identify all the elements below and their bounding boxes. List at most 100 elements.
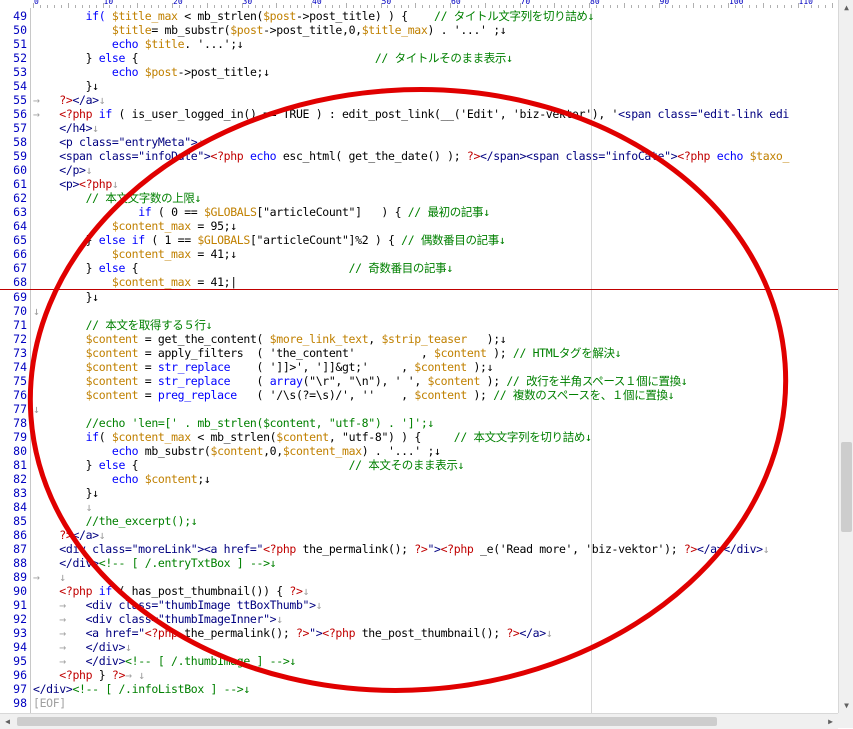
line-number: 65 [13, 233, 27, 247]
code-line[interactable]: 50 $title= mb_substr($post->post_title,0… [0, 23, 838, 37]
code-line[interactable]: 80 echo mb_substr($content,0,$content_ma… [0, 444, 838, 458]
code-line[interactable]: 72 $content = get_the_content( $more_lin… [0, 332, 838, 346]
code-line[interactable]: 74 $content = str_replace ( ']]>', ']]&g… [0, 360, 838, 374]
code-token: = 41;| [190, 275, 237, 289]
line-number: 82 [13, 472, 27, 486]
code-line[interactable]: 79 if( $content_max < mb_strlen($content… [0, 430, 838, 444]
code-line[interactable]: 93 → <a href="<?php the_permalink(); ?>"… [0, 626, 838, 640]
code-line[interactable]: 78 //echo 'len=[' . mb_strlen($content, … [0, 416, 838, 430]
code-token: </p> [59, 163, 86, 177]
code-line[interactable]: 55 → ?></a>↓ [0, 93, 838, 107]
code-token: // タイトルそのまま表示↓ [374, 51, 513, 65]
code-token: ?> [111, 668, 126, 682]
code-token: $post [144, 65, 178, 79]
code-line[interactable]: 54 }↓ [0, 79, 838, 93]
code-line[interactable]: 88 </div><!-- [ /.entryTxtBox ] -->↓ [0, 556, 838, 570]
code-line[interactable]: 75 $content = str_replace ( array("\r", … [0, 374, 838, 388]
code-token: ↓ [98, 528, 106, 542]
code-line[interactable]: 62 // 本文文字数の上限↓ [0, 191, 838, 205]
code-line[interactable]: 59 <span class="infoDate"><?php echo esc… [0, 149, 838, 163]
line-code: <?php } ?>→ ↓ [33, 668, 145, 682]
ruler-label: 70 [520, 0, 531, 6]
code-line[interactable]: 51 echo $title. '...';↓ [0, 37, 838, 51]
code-line[interactable]: 73 $content = apply_filters ( 'the_conte… [0, 346, 838, 360]
code-line[interactable]: 63 if ( 0 == $GLOBALS["articleCount"] ) … [0, 205, 838, 219]
horizontal-scrollbar[interactable]: ◀ ▶ [0, 713, 838, 729]
code-line[interactable]: 94 → </div>↓ [0, 640, 838, 654]
code-line[interactable]: 77 ↓ [0, 402, 838, 416]
code-line[interactable]: 85 //the_excerpt();↓ [0, 514, 838, 528]
code-line[interactable]: 98 [EOF] [0, 696, 838, 710]
code-token: ?> [683, 542, 698, 556]
code-token: echo [111, 472, 139, 486]
code-token: ↓ [125, 640, 132, 654]
code-line[interactable]: 56 → <?php if ( is_user_logged_in() == TR… [0, 107, 838, 121]
code-token: } [33, 261, 99, 275]
code-token: <?php [79, 177, 112, 191]
scroll-down-arrow-icon[interactable]: ▼ [839, 698, 853, 713]
code-token: ?> [289, 584, 303, 598]
horizontal-scroll-thumb[interactable] [17, 717, 717, 726]
code-line[interactable]: 82 echo $content;↓ [0, 472, 838, 486]
code-line[interactable]: 60 </p>↓ [0, 163, 838, 177]
code-token: ↓ [33, 500, 93, 514]
code-line[interactable]: 96 <?php } ?>→ ↓ [0, 668, 838, 682]
code-token: <span class="infoDate"> [59, 149, 211, 163]
code-editor[interactable]: 49 if( $title_max < mb_strlen($post->pos… [0, 8, 838, 713]
code-line[interactable]: 58 <p class="entryMeta">↓ [0, 135, 838, 149]
line-number: 71 [13, 318, 27, 332]
code-token: $content [210, 444, 264, 458]
code-line[interactable]: 67 } else { // 奇数番目の記事↓ [0, 261, 838, 275]
code-line[interactable]: 76 $content = preg_replace ( '/\s(?=\s)/… [0, 388, 838, 402]
vertical-scroll-thumb[interactable] [841, 441, 852, 532]
code-token: ( [230, 374, 270, 388]
code-line[interactable]: 61 <p><?php↓ [0, 177, 838, 191]
code-lines[interactable]: 49 if( $title_max < mb_strlen($post->pos… [0, 9, 838, 710]
code-line[interactable]: 70 ↓ [0, 304, 838, 318]
code-line[interactable]: 92 → <div class="thumbImageInner">↓ [0, 612, 838, 626]
line-number: 57 [13, 121, 27, 135]
code-line[interactable]: 89 → ↓ [0, 570, 838, 584]
line-number: 75 [13, 374, 27, 388]
code-line[interactable]: 86 ?></a>↓ [0, 528, 838, 542]
scroll-right-arrow-icon[interactable]: ▶ [823, 714, 838, 729]
code-line[interactable]: 66 $content_max = 41;↓ [0, 247, 838, 261]
code-token: $content [85, 346, 139, 360]
code-token: echo [111, 65, 139, 79]
code-line[interactable]: 83 }↓ [0, 486, 838, 500]
code-line[interactable]: 53 echo $post->post_title;↓ [0, 65, 838, 79]
code-token: echo [111, 444, 139, 458]
line-code: } else { // 奇数番目の記事↓ [33, 261, 454, 275]
line-code: $content = preg_replace ( '/\s(?=\s)/', … [33, 388, 675, 402]
code-line[interactable]: 81 } else { // 本文そのまま表示↓ [0, 458, 838, 472]
line-number: 92 [13, 612, 27, 626]
code-line[interactable]: 91 → <div class="thumbImage ttBoxThumb">… [0, 598, 838, 612]
code-line[interactable]: 64 $content_max = 95;↓ [0, 219, 838, 233]
code-line[interactable]: 84 ↓ [0, 500, 838, 514]
code-token: $content_max [111, 219, 191, 233]
code-line[interactable]: 68 $content_max = 41;| [0, 275, 838, 290]
line-number: 62 [13, 191, 27, 205]
code-token: // 本文文字数の上限↓ [85, 191, 202, 205]
line-code: [EOF] [33, 696, 66, 710]
line-number: 67 [13, 261, 27, 275]
scroll-up-arrow-icon[interactable]: ▲ [839, 0, 853, 15]
code-line[interactable]: 49 if( $title_max < mb_strlen($post->pos… [0, 9, 838, 23]
code-line[interactable]: 52 } else { // タイトルそのまま表示↓ [0, 51, 838, 65]
vertical-scrollbar[interactable]: ▲ ▼ [838, 0, 853, 713]
code-token: </div> [85, 640, 126, 654]
line-number: 64 [13, 219, 27, 233]
code-line[interactable]: 71 // 本文を取得する５行↓ [0, 318, 838, 332]
code-line[interactable]: 65 } else if ( 1 == $GLOBALS["articleCou… [0, 233, 838, 247]
code-line[interactable]: 69 }↓ [0, 290, 838, 304]
code-line[interactable]: 90 <?php if ( has_post_thumbnail()) { ?>… [0, 584, 838, 598]
code-line[interactable]: 87 <div class="moreLink"><a href="<?php … [0, 542, 838, 556]
code-line[interactable]: 57 </h4>↓ [0, 121, 838, 135]
line-code: //echo 'len=[' . mb_strlen($content, "ut… [33, 416, 435, 430]
code-line[interactable]: 97 </div><!-- [ /.infoListBox ] -->↓ [0, 682, 838, 696]
code-token: the_permalink(); [177, 626, 296, 640]
code-line[interactable]: 95 → </div><!-- [ /.thumbImage ] -->↓ [0, 654, 838, 668]
code-token: = get_the_content( [138, 332, 270, 346]
scroll-left-arrow-icon[interactable]: ◀ [0, 714, 15, 729]
